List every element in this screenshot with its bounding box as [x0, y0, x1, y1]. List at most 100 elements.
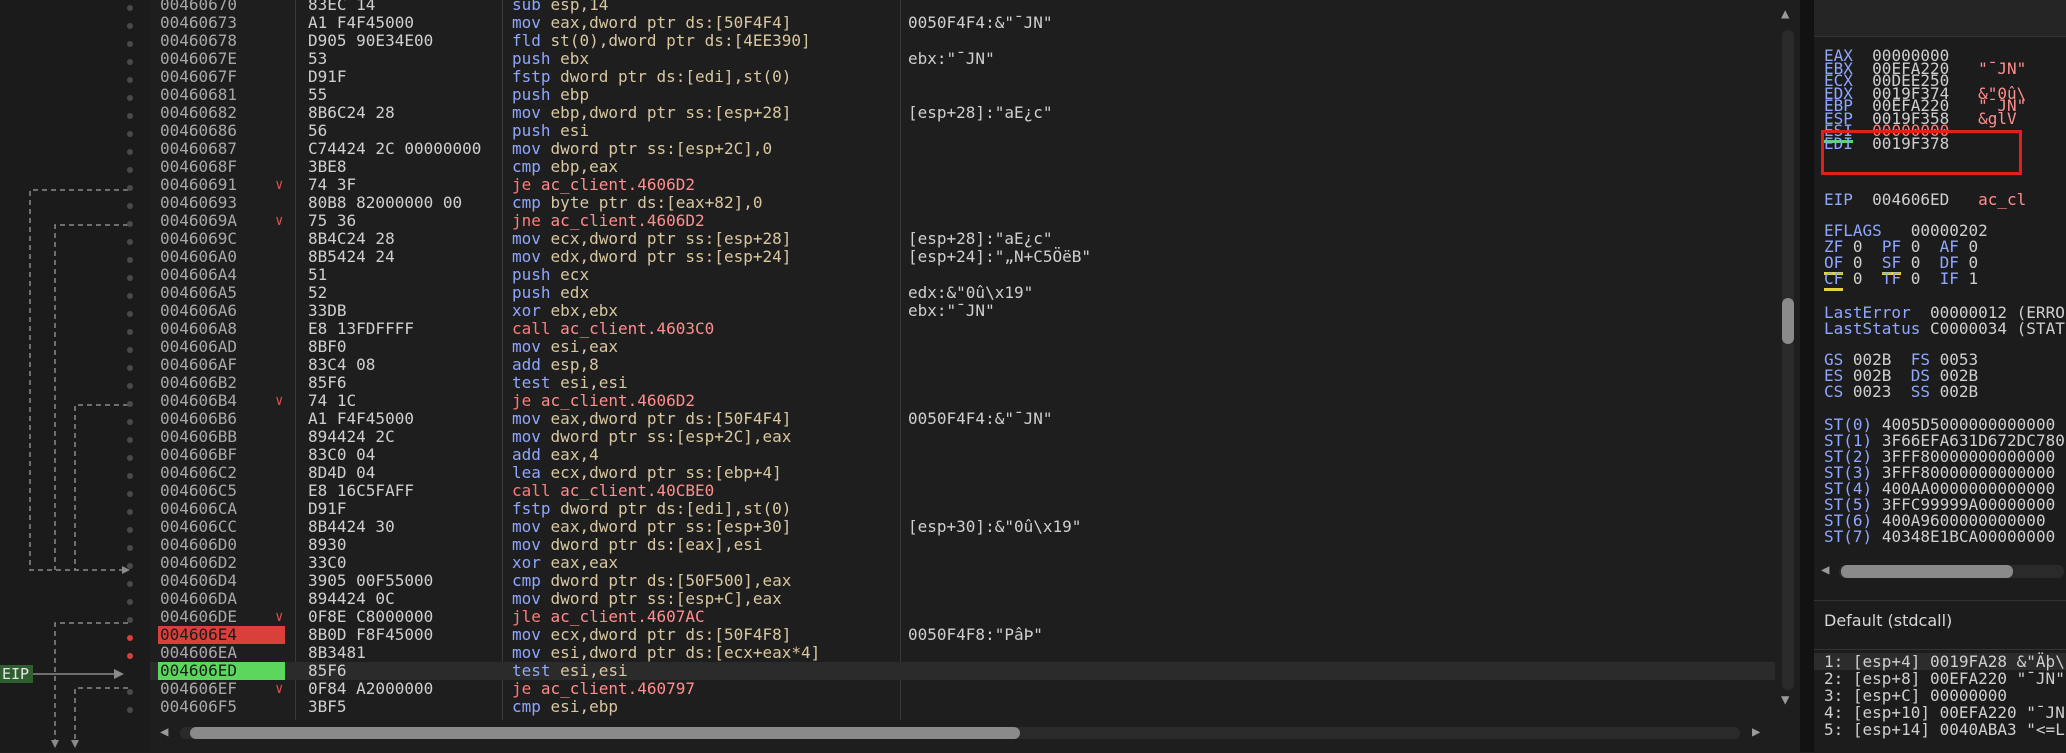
callstack-row[interactable]: 3: [esp+C] 00000000	[1824, 687, 2007, 704]
instruction-address[interactable]: 004606A4	[158, 266, 285, 284]
scroll-thumb[interactable]	[1782, 298, 1794, 344]
instruction-address[interactable]: 004606AF	[158, 356, 285, 374]
instruction-address[interactable]: 004606BB	[158, 428, 285, 446]
instruction-address[interactable]: 004606CA	[158, 500, 285, 518]
disasm-row[interactable]: 004606C5 E8 16C5FAFF call ac_client.40CBE0	[150, 482, 1775, 500]
disasm-row[interactable]: 00460682 8B6C24 28 mov ebp,dword ptr ss:[e…	[150, 104, 1775, 122]
instruction-text[interactable]: mov dword ptr ds:[eax],esi	[512, 536, 762, 554]
disasm-row[interactable]: 004606BB 894424 2C mov dword ptr ss:[esp+2…	[150, 428, 1775, 446]
instruction-text[interactable]: mov ecx,dword ptr ss:[esp+28]	[512, 230, 791, 248]
instruction-text[interactable]: mov dword ptr ss:[esp+C],eax	[512, 590, 782, 608]
instruction-address[interactable]: 004606DA	[158, 590, 285, 608]
instruction-text[interactable]: add esp,8	[512, 356, 599, 374]
flag-value[interactable]: 0	[1853, 269, 1863, 288]
instruction-address[interactable]: 00460691	[158, 176, 285, 194]
instruction-address[interactable]: 004606BF	[158, 446, 285, 464]
disasm-row[interactable]: 004606A5 52 push edx edx:&"0û\x19"	[150, 284, 1775, 302]
instruction-text[interactable]: push ebp	[512, 86, 589, 104]
disasm-row[interactable]: 004606A4 51 push ecx	[150, 266, 1775, 284]
instruction-text[interactable]: mov ecx,dword ptr ds:[50F4F8]	[512, 626, 791, 644]
scroll-thumb[interactable]	[190, 727, 1020, 739]
fpu-value[interactable]: 40348E1BCA00000000	[1882, 527, 2055, 546]
instruction-address[interactable]: 00460678	[158, 32, 285, 50]
flag-value[interactable]: 0	[1911, 269, 1921, 288]
instruction-address[interactable]: 004606A0	[158, 248, 285, 266]
instruction-address[interactable]: 00460670	[158, 0, 285, 14]
scroll-left-icon[interactable]: ◀	[1821, 562, 1829, 578]
scroll-down-icon[interactable]: ▼	[1781, 692, 1789, 708]
instruction-text[interactable]: mov eax,dword ptr ds:[50F4F4]	[512, 410, 791, 428]
disasm-row[interactable]: 004606A6 33DB xor ebx,ebx ebx:"¯JN"	[150, 302, 1775, 320]
instruction-address[interactable]: 0046069C	[158, 230, 285, 248]
flag-value[interactable]: 1	[1969, 269, 1979, 288]
disasm-horizontal-scrollbar[interactable]: ◀ ▶	[150, 722, 1775, 744]
disasm-row[interactable]: 004606F5 3BF5 cmp esi,ebp	[150, 698, 1775, 716]
registers-horizontal-scrollbar[interactable]: ◀	[1819, 562, 2064, 580]
instruction-text[interactable]: push ebx	[512, 50, 589, 68]
instruction-text[interactable]: lea ecx,dword ptr ss:[ebp+4]	[512, 464, 782, 482]
disasm-row[interactable]: 004606D4 3905 00F55000 cmp dword ptr ds:[5…	[150, 572, 1775, 590]
instruction-text[interactable]: call ac_client.4603C0	[512, 320, 714, 338]
instruction-text[interactable]: jle ac_client.4607AC	[512, 608, 705, 626]
instruction-text[interactable]: mov esi,dword ptr ds:[ecx+eax*4]	[512, 644, 820, 662]
instruction-address[interactable]: 004606EF	[158, 680, 285, 698]
disasm-row[interactable]: 0046069C 8B4C24 28 mov ecx,dword ptr ss:[e…	[150, 230, 1775, 248]
disasm-row[interactable]: 004606E4 8B0D F8F45000 mov ecx,dword ptr d…	[150, 626, 1775, 644]
instruction-address[interactable]: 0046069A	[158, 212, 285, 230]
instruction-address[interactable]: 00460687	[158, 140, 285, 158]
instruction-address[interactable]: 00460682	[158, 104, 285, 122]
instruction-text[interactable]: mov dword ptr ss:[esp+2C],0	[512, 140, 772, 158]
instruction-address[interactable]: 004606B2	[158, 374, 285, 392]
scroll-thumb[interactable]	[1841, 565, 2013, 578]
disasm-row[interactable]: 004606AD 8BF0 mov esi,eax	[150, 338, 1775, 356]
disasm-row[interactable]: 00460673 A1 F4F45000 mov eax,dword ptr ds:…	[150, 14, 1775, 32]
instruction-text[interactable]: test esi,esi	[512, 374, 628, 392]
instruction-address[interactable]: 0046067E	[158, 50, 285, 68]
instruction-text[interactable]: je ac_client.4606D2	[512, 176, 695, 194]
instruction-address[interactable]: 004606D0	[158, 536, 285, 554]
instruction-text[interactable]: fstp dword ptr ds:[edi],st(0)	[512, 500, 791, 518]
callstack-row[interactable]: 5: [esp+14] 0040ABA3 "<=L	[1824, 721, 2065, 738]
panel-splitter[interactable]	[1800, 0, 1814, 752]
segment-value[interactable]: 0023	[1853, 382, 1892, 401]
instruction-text[interactable]: mov edx,dword ptr ss:[esp+24]	[512, 248, 791, 266]
instruction-address[interactable]: 004606F5	[158, 698, 285, 716]
instruction-text[interactable]: mov dword ptr ss:[esp+2C],eax	[512, 428, 791, 446]
instruction-address[interactable]: 00460673	[158, 14, 285, 32]
disasm-row[interactable]: 004606DA 894424 0C mov dword ptr ss:[esp+C…	[150, 590, 1775, 608]
instruction-address[interactable]: 0046067F	[158, 68, 285, 86]
disasm-row[interactable]: 00460691 ∨ 74 3F je ac_client.4606D2	[150, 176, 1775, 194]
instruction-address[interactable]: 0046068F	[158, 158, 285, 176]
instruction-address[interactable]: 004606E4	[158, 626, 285, 644]
instruction-text[interactable]: fld st(0),dword ptr ds:[4EE390]	[512, 32, 811, 50]
disasm-row[interactable]: 004606CC 8B4424 30 mov eax,dword ptr ss:[e…	[150, 518, 1775, 536]
instruction-text[interactable]: mov esi,eax	[512, 338, 618, 356]
instruction-text[interactable]: fstp dword ptr ds:[edi],st(0)	[512, 68, 791, 86]
instruction-address[interactable]: 004606A6	[158, 302, 285, 320]
disasm-row[interactable]: 004606D2 33C0 xor eax,eax	[150, 554, 1775, 572]
instruction-text[interactable]: cmp ebp,eax	[512, 158, 618, 176]
instruction-address[interactable]: 004606CC	[158, 518, 285, 536]
instruction-text[interactable]: mov eax,dword ptr ds:[50F4F4]	[512, 14, 791, 32]
instruction-address[interactable]: 004606C5	[158, 482, 285, 500]
disasm-row[interactable]: 004606CA D91F fstp dword ptr ds:[edi],st(0…	[150, 500, 1775, 518]
instruction-address[interactable]: 004606D4	[158, 572, 285, 590]
disasm-row[interactable]: 00460686 56 push esi	[150, 122, 1775, 140]
scroll-track[interactable]	[1782, 30, 1794, 690]
instruction-address[interactable]: 004606A5	[158, 284, 285, 302]
instruction-text[interactable]: push esi	[512, 122, 589, 140]
instruction-address[interactable]: 004606C2	[158, 464, 285, 482]
scroll-right-icon[interactable]: ▶	[1752, 724, 1760, 740]
instruction-address[interactable]: 004606D2	[158, 554, 285, 572]
instruction-text[interactable]: push ecx	[512, 266, 589, 284]
callstack-convention-dropdown[interactable]: Default (stdcall)	[1824, 611, 1952, 630]
instruction-text[interactable]: add eax,4	[512, 446, 599, 464]
instruction-address[interactable]: 004606B4	[158, 392, 285, 410]
disasm-row[interactable]: 004606C2 8D4D 04 lea ecx,dword ptr ss:[ebp…	[150, 464, 1775, 482]
disasm-row[interactable]: 004606D0 8930 mov dword ptr ds:[eax],esi	[150, 536, 1775, 554]
instruction-text[interactable]: xor ebx,ebx	[512, 302, 618, 320]
disasm-row[interactable]: 0046068F 3BE8 cmp ebp,eax	[150, 158, 1775, 176]
disasm-row[interactable]: 004606AF 83C4 08 add esp,8	[150, 356, 1775, 374]
instruction-text[interactable]: cmp esi,ebp	[512, 698, 618, 716]
disasm-row[interactable]: 00460670 83EC 14 sub esp,14	[150, 0, 1775, 14]
